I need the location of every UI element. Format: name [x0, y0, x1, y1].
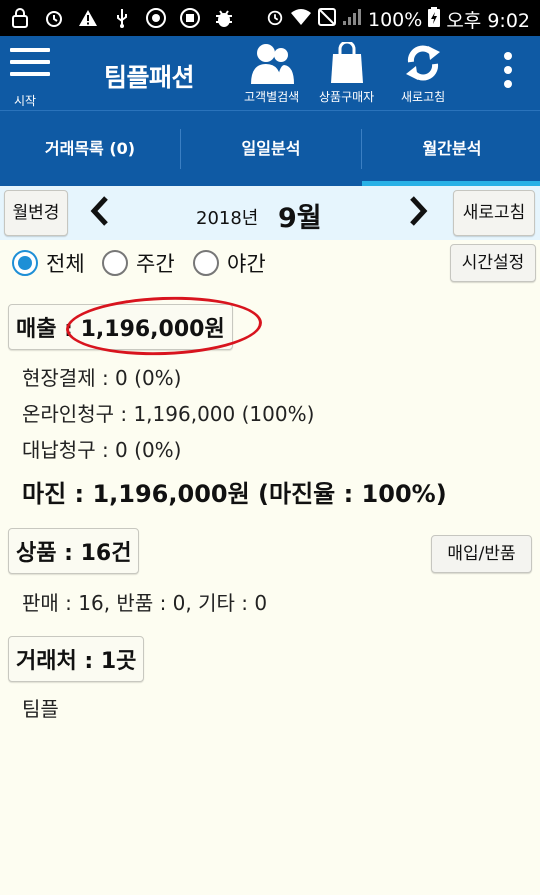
radio-day[interactable]: 주간 [102, 248, 175, 278]
lock-icon [8, 6, 32, 30]
time-setting-label: 시간설정 [461, 253, 525, 273]
next-month-button[interactable] [406, 194, 430, 237]
menu-label: 시작 [14, 94, 37, 108]
nfc-icon [318, 8, 336, 31]
tab-label: 거래목록 (0) [44, 139, 136, 158]
radio-all-label: 전체 [46, 252, 85, 276]
refresh-app-button[interactable]: 새로고침 [401, 42, 445, 105]
radio-night-label: 야간 [227, 252, 266, 276]
notification-icons [8, 6, 236, 30]
status-bar: 100% 오후 9:02 [0, 0, 540, 36]
onsite-payment: 현장결제 : 0 (0%) [22, 366, 182, 390]
status-right: 100% 오후 9:02 [266, 6, 530, 33]
purchase-return-label: 매입/반품 [447, 544, 516, 564]
radio-night[interactable]: 야간 [193, 248, 266, 278]
people-icon [250, 44, 294, 84]
month-change-label: 월변경 [12, 203, 60, 223]
battery-icon [428, 7, 441, 32]
usb-icon [110, 6, 134, 30]
more-options-icon[interactable] [504, 52, 512, 94]
tab-transactions[interactable]: 거래목록 (0) [0, 111, 180, 187]
customer-search-label: 고객별검색 [244, 90, 300, 104]
radio-day-label: 주간 [136, 252, 175, 276]
product-buyer-button[interactable]: 상품구매자 [319, 42, 374, 105]
time-setting-button[interactable]: 시간설정 [450, 244, 536, 282]
refresh-button[interactable]: 새로고침 [453, 190, 535, 236]
clients-label: 거래처 : 1곳 [8, 636, 145, 682]
tab-label: 월간분석 [422, 139, 482, 158]
deferred-billing: 대납청구 : 0 (0%) [22, 438, 182, 462]
radio-unselected-icon [193, 250, 219, 276]
year-label: 2018년 [196, 208, 259, 229]
app-title: 팀플패션 [104, 63, 195, 92]
tab-bar: 거래목록 (0) 일일분석 월간분석 [0, 110, 540, 187]
radio-selected-icon [12, 250, 38, 276]
wifi-icon [290, 8, 312, 31]
app-bar: 시작 팀플패션 고객별검색 상품구매자 새로고침 [0, 36, 540, 110]
products-detail: 판매 : 16, 반품 : 0, 기타 : 0 [22, 591, 268, 615]
menu-button[interactable]: 시작 [8, 42, 52, 108]
refresh-button-label: 새로고침 [462, 203, 526, 223]
online-billing: 온라인청구 : 1,196,000 (100%) [22, 402, 315, 426]
hamburger-icon [10, 48, 50, 84]
radio-unselected-icon [102, 250, 128, 276]
warning-icon [76, 6, 100, 30]
period-filter: 전체 주간 야간 시간설정 [0, 244, 540, 284]
battery-percent: 100% [368, 8, 423, 31]
app-icon [144, 6, 168, 30]
shopping-bag-icon [330, 42, 363, 83]
clock: 오후 9:02 [446, 10, 530, 32]
month-label: 9월 [278, 203, 322, 234]
bug-icon [212, 6, 236, 30]
products-label: 상품 : 16건 [8, 528, 140, 574]
month-navigation: 월변경 2018년 9월 새로고침 [0, 186, 540, 240]
product-buyer-label: 상품구매자 [319, 90, 375, 104]
chevron-left-icon [90, 196, 108, 226]
tab-monthly-analysis[interactable]: 월간분석 [362, 111, 540, 187]
customer-search-button[interactable]: 고객별검색 [244, 42, 299, 105]
purchase-return-button[interactable]: 매입/반품 [431, 535, 532, 573]
app-icon-2 [178, 6, 202, 30]
alarm-icon [42, 6, 66, 30]
radio-all[interactable]: 전체 [12, 248, 85, 278]
month-change-button[interactable]: 월변경 [4, 190, 68, 236]
tab-daily-analysis[interactable]: 일일분석 [181, 111, 361, 187]
signal-icon [342, 8, 362, 31]
refresh-label: 새로고침 [401, 90, 446, 104]
alarm-icon [266, 8, 284, 31]
margin-summary: 마진 : 1,196,000원 (마진율 : 100%) [22, 480, 447, 508]
refresh-icon [406, 45, 441, 81]
tab-label: 일일분석 [241, 139, 301, 158]
clients-detail: 팀플 [22, 697, 59, 721]
chevron-right-icon [410, 196, 428, 226]
previous-month-button[interactable] [88, 194, 112, 237]
